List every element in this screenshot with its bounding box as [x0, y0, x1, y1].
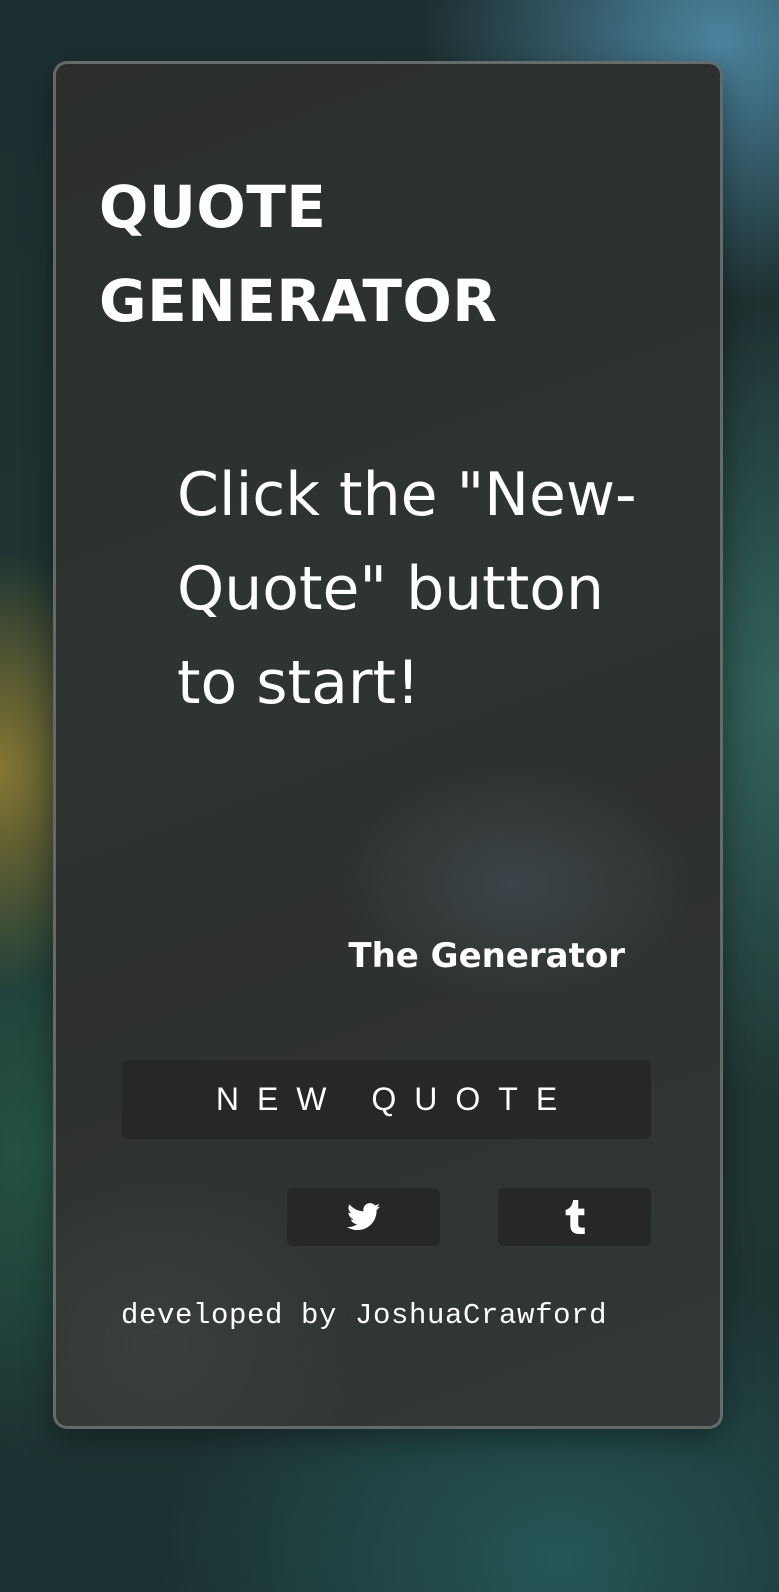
twitter-icon [346, 1203, 381, 1231]
tumblr-icon [565, 1200, 585, 1234]
developer-credit: developed by JoshuaCrawford [121, 1299, 608, 1332]
new-quote-button[interactable]: NEW QUOTE [122, 1060, 651, 1139]
quote-card: QUOTE GENERATOR Click the "New-Quote" bu… [53, 61, 723, 1429]
quote-author: The Generator [348, 936, 625, 976]
tumblr-quote-button[interactable] [498, 1188, 651, 1246]
new-quote-button-label: NEW QUOTE [215, 1081, 576, 1117]
app-title: QUOTE GENERATOR [99, 173, 498, 335]
quote-text: Click the "New-Quote" button to start! [177, 460, 637, 718]
tweet-quote-button[interactable] [287, 1188, 440, 1246]
